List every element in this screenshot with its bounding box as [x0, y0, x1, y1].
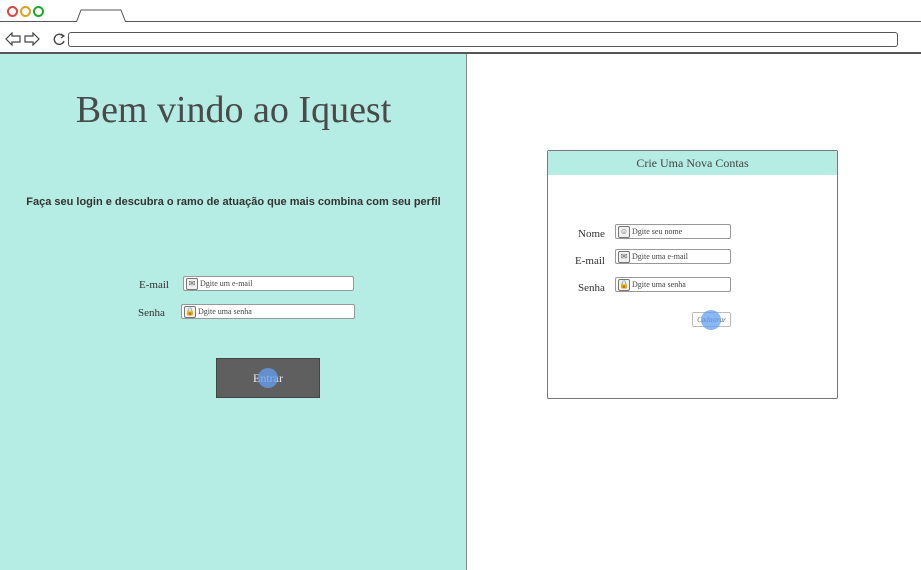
signup-card: Crie Uma Nova Contas Nome ☺ Dgite seu no… [547, 150, 838, 399]
email-label: E-mail [139, 279, 169, 291]
email-field[interactable]: ✉ Dgite um e-mail [183, 276, 354, 291]
lock-icon: 🔒 [618, 278, 630, 291]
browser-tab[interactable] [76, 9, 126, 23]
name-field-placeholder: Dgite seu nome [632, 227, 683, 236]
signup-email-label: E-mail [575, 255, 605, 267]
browser-nav-bar [0, 22, 921, 54]
password-label: Senha [138, 307, 165, 319]
back-arrow-icon[interactable] [5, 32, 21, 46]
signup-password-field[interactable]: 🔒 Dgite uma senha [615, 277, 731, 292]
signup-title: Crie Uma Nova Contas [548, 151, 837, 175]
password-field[interactable]: 🔒 Dgite uma senha [181, 304, 355, 319]
reload-icon[interactable] [52, 32, 66, 46]
browser-title-bar [0, 0, 921, 23]
name-field[interactable]: ☺ Dgite seu nome [615, 224, 731, 239]
signup-email-field-placeholder: Dgite uma e-mail [632, 252, 688, 261]
lock-icon: 🔒 [184, 305, 196, 318]
login-tagline: Faça seu login e descubra o ramo de atua… [26, 196, 441, 208]
click-indicator [258, 368, 278, 388]
address-bar[interactable] [68, 32, 898, 47]
signup-email-field[interactable]: ✉ Dgite uma e-mail [615, 249, 731, 264]
signup-password-label: Senha [578, 282, 605, 294]
email-icon: ✉ [618, 250, 630, 263]
name-label: Nome [578, 228, 605, 240]
email-field-placeholder: Dgite um e-mail [200, 279, 253, 288]
forward-arrow-icon[interactable] [24, 32, 40, 46]
page-title: Bem vindo ao Iquest [75, 89, 392, 131]
password-field-placeholder: Dgite uma senha [198, 307, 252, 316]
click-indicator [701, 310, 721, 330]
user-icon: ☺ [618, 225, 630, 238]
minimize-window-icon[interactable] [20, 6, 31, 17]
close-window-icon[interactable] [7, 6, 18, 17]
login-panel: Bem vindo ao Iquest Faça seu login e des… [0, 54, 467, 570]
maximize-window-icon[interactable] [33, 6, 44, 17]
signup-password-field-placeholder: Dgite uma senha [632, 280, 686, 289]
email-icon: ✉ [186, 277, 198, 290]
